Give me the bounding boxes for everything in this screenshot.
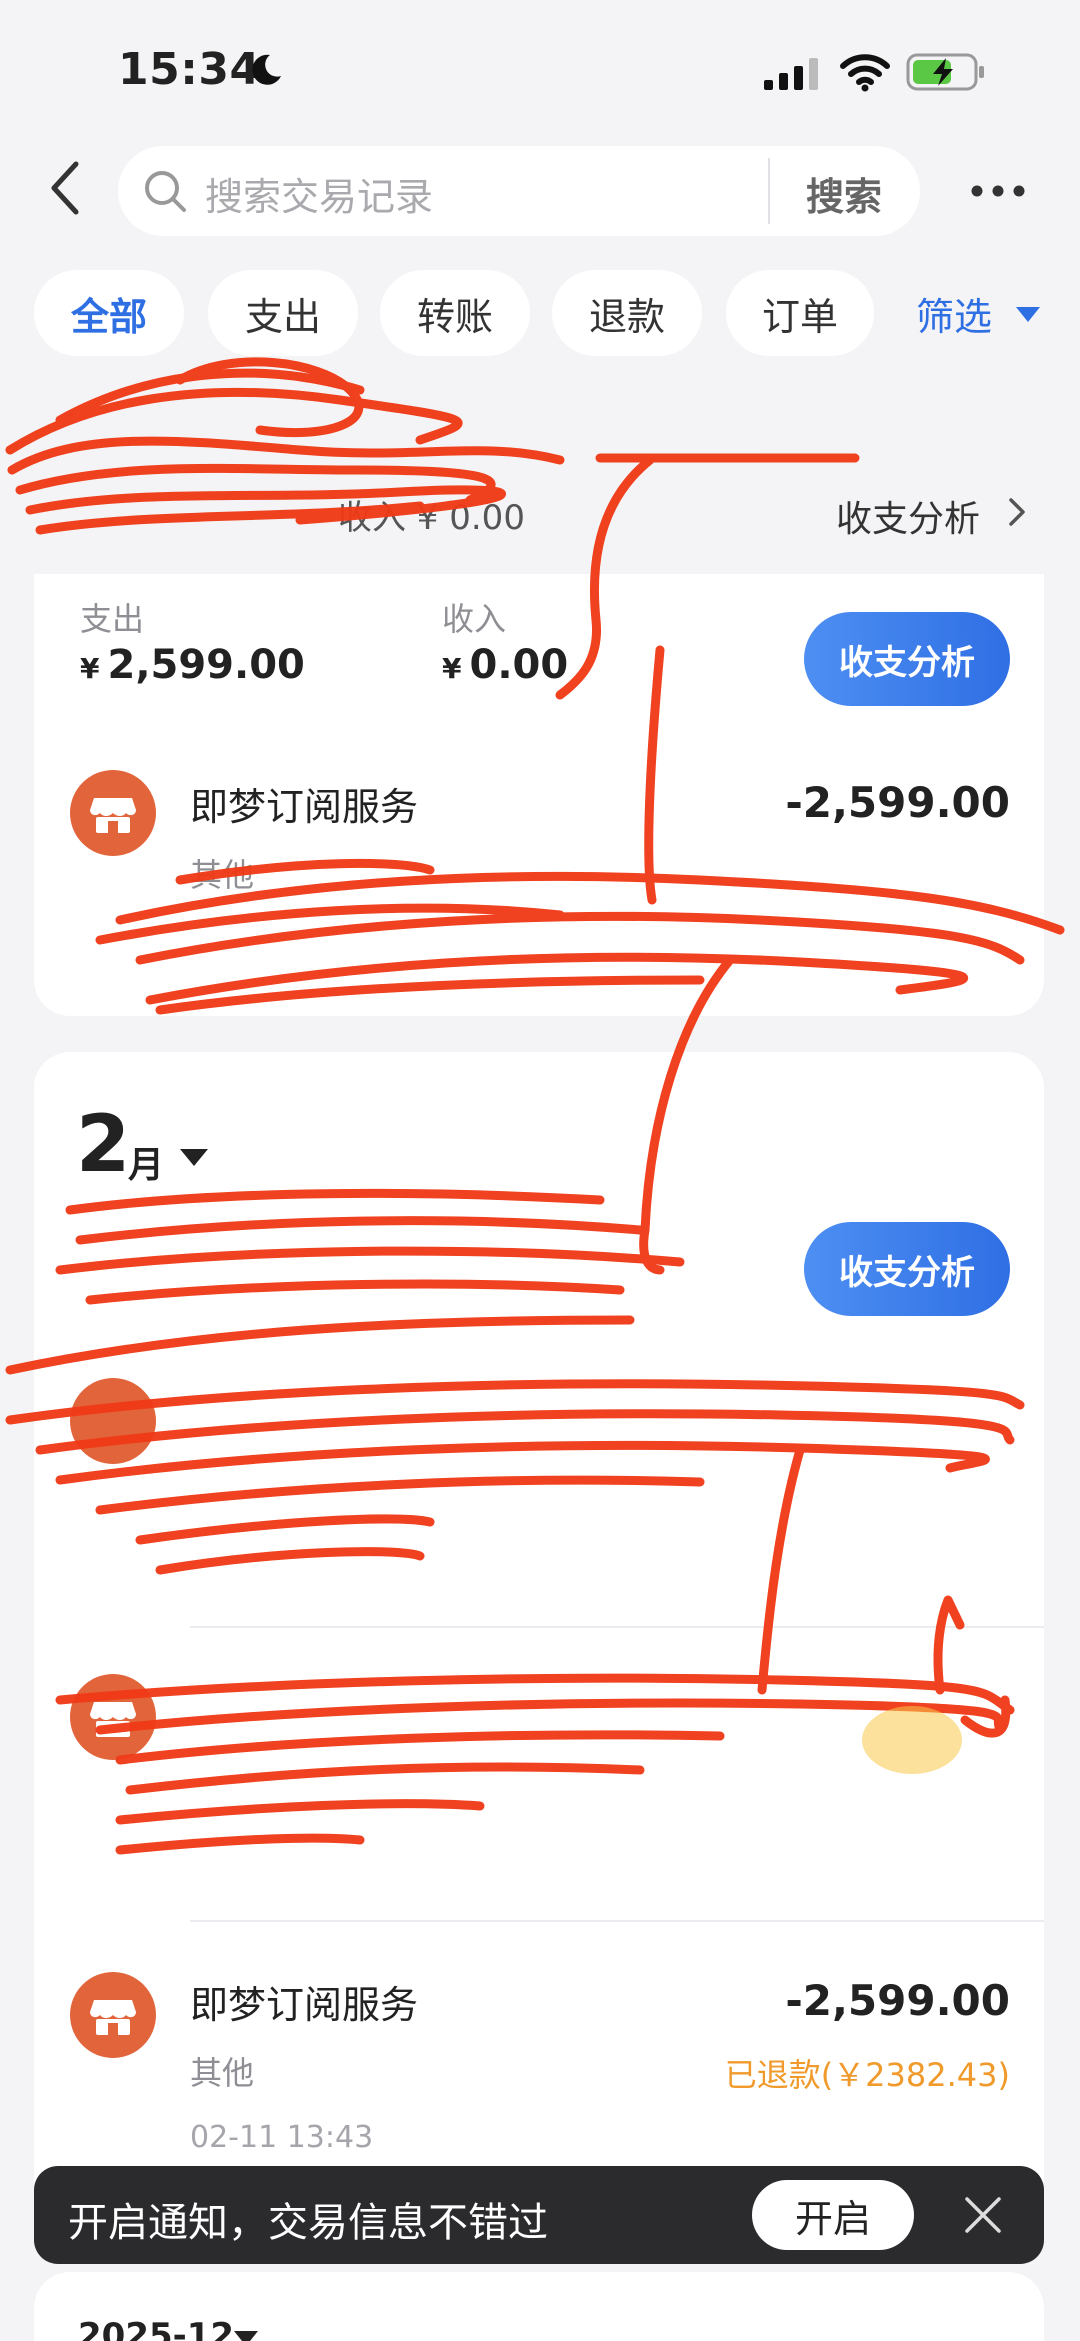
back-arrow-icon[interactable]	[44, 158, 88, 218]
transaction-list-screen: 15:34 搜索交易记录 搜索 全部 支出 转账 退款 订单 筛选 收入 ¥ 0…	[0, 0, 1080, 2341]
filter-chip-expense[interactable]: 支出	[208, 270, 358, 356]
analysis-button[interactable]: 收支分析	[804, 612, 1010, 706]
caret-down-icon	[1016, 307, 1040, 322]
transaction-amount: -2,599.00	[785, 1976, 1010, 2025]
month-unit[interactable]: 月	[128, 1136, 164, 1188]
expense-amount: ¥2,599.00	[80, 642, 305, 688]
filter-dropdown[interactable]: 筛选	[916, 286, 992, 341]
store-icon	[70, 1674, 156, 1760]
transaction-category: 其他	[190, 2054, 255, 2092]
store-icon	[70, 1378, 156, 1464]
income-amount: ¥0.00	[442, 642, 569, 688]
search-icon	[145, 171, 186, 212]
refund-status: 已退款(￥2382.43)	[724, 2056, 1010, 2094]
chevron-right-icon	[1009, 498, 1025, 526]
month-title[interactable]: 2025-12	[78, 2316, 234, 2341]
row-divider	[190, 1920, 1044, 1922]
filter-chip-refund[interactable]: 退款	[552, 270, 702, 356]
moon-icon	[252, 54, 281, 85]
battery-charging-icon	[906, 53, 984, 91]
month-income-summary: 收入 ¥ 0.00	[338, 498, 525, 538]
row-divider	[190, 1626, 1044, 1628]
enable-notification-button[interactable]: 开启	[752, 2180, 914, 2250]
filter-chip-all[interactable]: 全部	[34, 270, 184, 356]
status-time: 15:34	[118, 44, 261, 95]
more-options-icon[interactable]	[970, 184, 1026, 198]
caret-down-icon[interactable]	[232, 2328, 260, 2341]
merchant-name[interactable]: 即梦订阅服务	[190, 776, 418, 831]
month-number[interactable]: 2	[76, 1100, 130, 1190]
notification-text: 开启通知，交易信息不错过	[68, 2200, 548, 2246]
transaction-amount: -2,599.00	[785, 778, 1010, 827]
wifi-icon	[840, 54, 890, 92]
income-label: 收入	[442, 600, 507, 638]
transaction-time: 02-11 13:43	[190, 2120, 374, 2155]
store-icon	[70, 1972, 156, 2058]
transaction-category: 其他	[190, 856, 255, 894]
analysis-button[interactable]: 收支分析	[804, 1222, 1010, 1316]
store-icon	[70, 770, 156, 856]
search-input[interactable]: 搜索交易记录	[205, 166, 433, 221]
filter-chip-transfer[interactable]: 转账	[380, 270, 530, 356]
filter-chip-order[interactable]: 订单	[726, 270, 874, 356]
merchant-name[interactable]: 即梦订阅服务	[190, 1974, 418, 2029]
expense-label: 支出	[80, 600, 145, 638]
search-divider	[768, 158, 770, 224]
close-icon[interactable]	[962, 2194, 1004, 2236]
signal-icon	[764, 58, 818, 90]
search-button[interactable]: 搜索	[806, 166, 882, 221]
analysis-link[interactable]: 收支分析	[836, 490, 980, 542]
caret-down-icon[interactable]	[178, 1146, 210, 1168]
